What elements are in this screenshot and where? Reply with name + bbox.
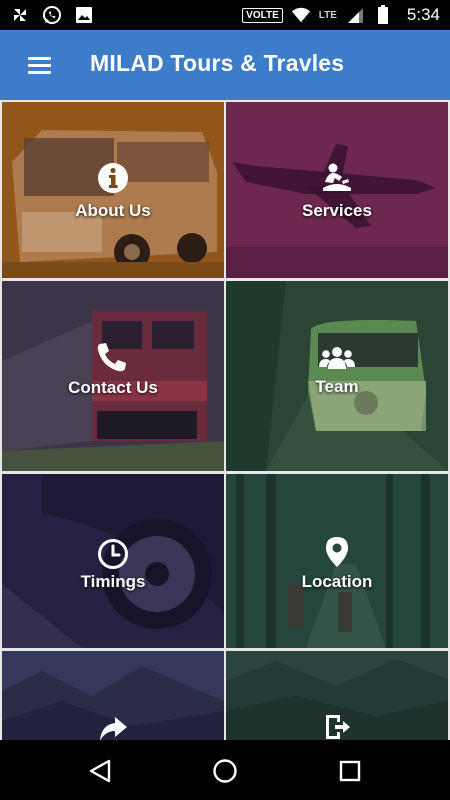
tile-label: About Us <box>75 201 151 220</box>
tile-services[interactable]: Services <box>226 102 448 278</box>
app-bar: MILAD Tours & Travles <box>0 30 450 100</box>
map-pin-icon <box>326 537 348 567</box>
navigation-bar <box>0 740 450 800</box>
volte-badge: VOLTE <box>242 7 283 23</box>
info-icon <box>98 163 128 193</box>
network-type-label: LTE <box>318 9 337 21</box>
wifi-icon <box>291 5 311 25</box>
signal-icon <box>345 5 365 25</box>
clock-icon <box>98 539 128 569</box>
home-circle-icon[interactable] <box>212 758 238 784</box>
tile-exit[interactable] <box>226 651 448 740</box>
tile-label: Services <box>302 201 372 220</box>
tile-about-us[interactable]: About Us <box>2 102 224 278</box>
tile-label: Timings <box>80 572 146 591</box>
menu-grid: About Us Services Contact Us Team Timing… <box>0 100 450 740</box>
tile-timings[interactable]: Timings <box>2 474 224 648</box>
tile-label: Contact Us <box>68 378 158 397</box>
share-icon <box>100 717 127 740</box>
tile-team[interactable]: Team <box>226 281 448 471</box>
back-triangle-icon[interactable] <box>87 758 113 784</box>
tile-label: Team <box>315 377 359 396</box>
whatsapp-notification-icon <box>42 5 62 25</box>
concierge-service-icon <box>323 163 351 191</box>
phone-icon <box>97 343 126 372</box>
tile-share[interactable] <box>2 651 224 740</box>
tile-label: Location <box>301 572 373 591</box>
pinwheel-notification-icon <box>10 5 30 25</box>
status-bar: VOLTE LTE 5:34 <box>0 0 450 30</box>
tile-contact-us[interactable]: Contact Us <box>2 281 224 471</box>
clock-time: 5:34 <box>406 5 440 24</box>
hamburger-menu-icon[interactable] <box>20 52 60 78</box>
exit-icon <box>326 715 350 739</box>
tile-location[interactable]: Location <box>226 474 448 648</box>
image-notification-icon <box>74 5 94 25</box>
train-background-image <box>2 281 224 471</box>
app-title: MILAD Tours & Travles <box>90 50 345 76</box>
users-icon <box>319 347 355 369</box>
van-background-image <box>226 281 448 471</box>
recents-square-icon[interactable] <box>337 758 363 784</box>
battery-icon <box>373 5 393 25</box>
